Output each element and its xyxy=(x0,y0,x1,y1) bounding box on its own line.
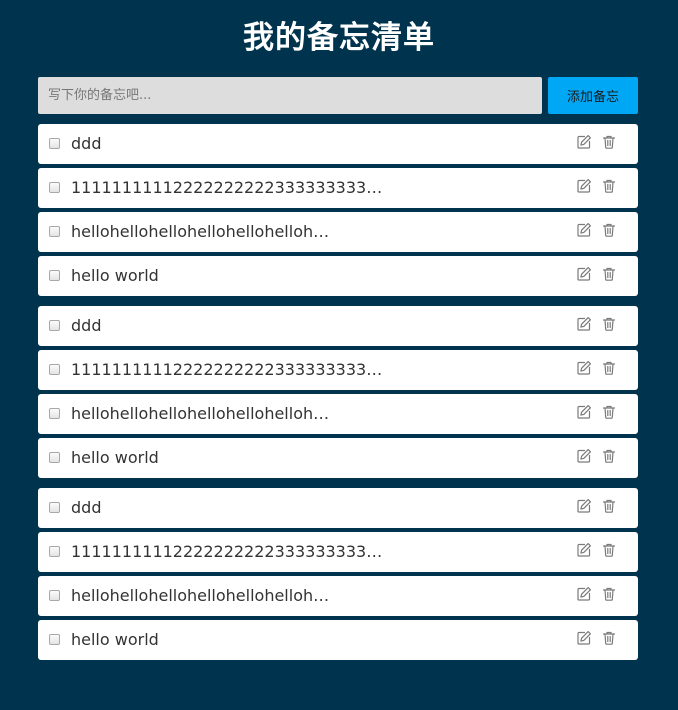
memo-input-row: 添加备忘 xyxy=(38,77,638,114)
memo-item: hello world xyxy=(38,438,638,478)
memo-checkbox[interactable] xyxy=(49,182,60,193)
memo-item: 11111111112222222222333333333… xyxy=(38,532,638,572)
trash-icon[interactable] xyxy=(601,266,617,282)
memo-item: ddd xyxy=(38,488,638,528)
edit-icon[interactable] xyxy=(576,178,592,194)
memo-text: 11111111112222222222333333333… xyxy=(71,542,383,561)
memo-text: 11111111112222222222333333333… xyxy=(71,178,383,197)
add-memo-button[interactable]: 添加备忘 xyxy=(548,77,638,114)
trash-icon[interactable] xyxy=(601,542,617,558)
memo-checkbox[interactable] xyxy=(49,408,60,419)
edit-icon[interactable] xyxy=(576,266,592,282)
memo-item: ddd xyxy=(38,306,638,346)
memo-item: 11111111112222222222333333333… xyxy=(38,168,638,208)
trash-icon[interactable] xyxy=(601,222,617,238)
memo-text: ddd xyxy=(71,498,102,517)
trash-icon[interactable] xyxy=(601,404,617,420)
trash-icon[interactable] xyxy=(601,498,617,514)
memo-item: hellohellohellohellohellohelloh… xyxy=(38,394,638,434)
memo-item: ddd xyxy=(38,124,638,164)
memo-checkbox[interactable] xyxy=(49,226,60,237)
memo-text: ddd xyxy=(71,134,102,153)
edit-icon[interactable] xyxy=(576,404,592,420)
memo-checkbox[interactable] xyxy=(49,320,60,331)
edit-icon[interactable] xyxy=(576,222,592,238)
memo-checkbox[interactable] xyxy=(49,138,60,149)
trash-icon[interactable] xyxy=(601,178,617,194)
memo-checkbox[interactable] xyxy=(49,452,60,463)
memo-text: 11111111112222222222333333333… xyxy=(71,360,383,379)
memo-group: ddd 11111111112222222222333333333… hellohe… xyxy=(38,488,638,660)
edit-icon[interactable] xyxy=(576,360,592,376)
memo-list: ddd 11111111112222222222333333333… hellohe… xyxy=(38,124,638,670)
edit-icon[interactable] xyxy=(576,316,592,332)
memo-group: ddd 11111111112222222222333333333… hellohe… xyxy=(38,306,638,478)
memo-checkbox[interactable] xyxy=(49,634,60,645)
memo-text: hello world xyxy=(71,266,159,285)
memo-checkbox[interactable] xyxy=(49,590,60,601)
edit-icon[interactable] xyxy=(576,448,592,464)
trash-icon[interactable] xyxy=(601,448,617,464)
memo-text: hellohellohellohellohellohelloh… xyxy=(71,222,330,241)
memo-text: hellohellohellohellohellohelloh… xyxy=(71,404,330,423)
trash-icon[interactable] xyxy=(601,316,617,332)
edit-icon[interactable] xyxy=(576,134,592,150)
edit-icon[interactable] xyxy=(576,630,592,646)
trash-icon[interactable] xyxy=(601,630,617,646)
memo-checkbox[interactable] xyxy=(49,502,60,513)
memo-item: hellohellohellohellohellohelloh… xyxy=(38,212,638,252)
trash-icon[interactable] xyxy=(601,134,617,150)
memo-text: hello world xyxy=(71,630,159,649)
memo-checkbox[interactable] xyxy=(49,270,60,281)
memo-item: 11111111112222222222333333333… xyxy=(38,350,638,390)
memo-checkbox[interactable] xyxy=(49,546,60,557)
memo-item: hellohellohellohellohellohelloh… xyxy=(38,576,638,616)
trash-icon[interactable] xyxy=(601,586,617,602)
memo-text: hello world xyxy=(71,448,159,467)
memo-group: ddd 11111111112222222222333333333… hellohe… xyxy=(38,124,638,296)
memo-item: hello world xyxy=(38,620,638,660)
page-title: 我的备忘清单 xyxy=(243,20,435,56)
edit-icon[interactable] xyxy=(576,542,592,558)
memo-text: ddd xyxy=(71,316,102,335)
edit-icon[interactable] xyxy=(576,586,592,602)
memo-checkbox[interactable] xyxy=(49,364,60,375)
trash-icon[interactable] xyxy=(601,360,617,376)
edit-icon[interactable] xyxy=(576,498,592,514)
memo-text: hellohellohellohellohellohelloh… xyxy=(71,586,330,605)
memo-item: hello world xyxy=(38,256,638,296)
memo-input[interactable] xyxy=(38,77,542,114)
